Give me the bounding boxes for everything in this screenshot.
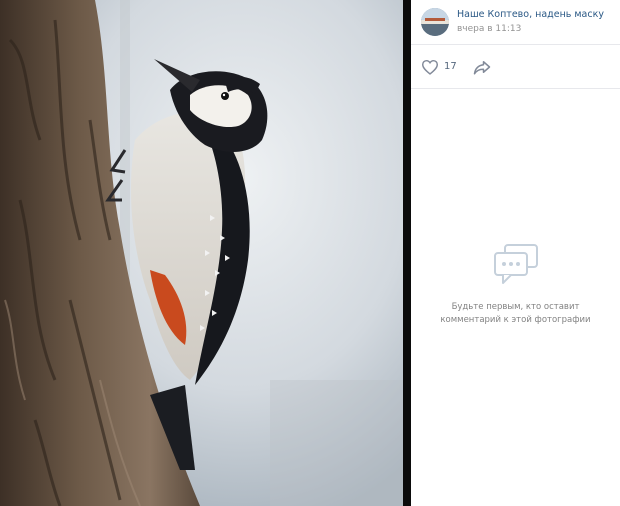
comments-empty-line-2: комментарий к этой фотографии xyxy=(440,314,591,325)
share-arrow-icon xyxy=(473,60,490,74)
woodpecker-photo xyxy=(0,0,403,506)
share-button[interactable] xyxy=(473,59,491,75)
comments-empty-line-1: Будьте первым, кто оставит xyxy=(451,302,580,312)
like-count: 17 xyxy=(444,61,457,72)
heart-outline-icon xyxy=(421,59,439,75)
post-time[interactable]: вчера в 11:13 xyxy=(457,23,604,36)
photo-viewer[interactable] xyxy=(0,0,403,506)
post-header: Наше Коптево, надень маску вчера в 11:13 xyxy=(411,0,620,45)
comments-bubble-icon xyxy=(493,243,539,289)
viewer-divider xyxy=(403,0,411,506)
comments-empty-state: Будьте первым, кто оставит комментарий к… xyxy=(411,243,620,326)
photo-sidebar: Наше Коптево, надень маску вчера в 11:13… xyxy=(411,0,620,506)
like-button[interactable]: 17 xyxy=(421,59,457,75)
comments-empty-text: Будьте первым, кто оставит комментарий к… xyxy=(411,301,620,326)
post-actions: 17 xyxy=(411,45,620,89)
author-link[interactable]: Наше Коптево, надень маску xyxy=(457,8,604,21)
avatar[interactable] xyxy=(421,8,449,36)
